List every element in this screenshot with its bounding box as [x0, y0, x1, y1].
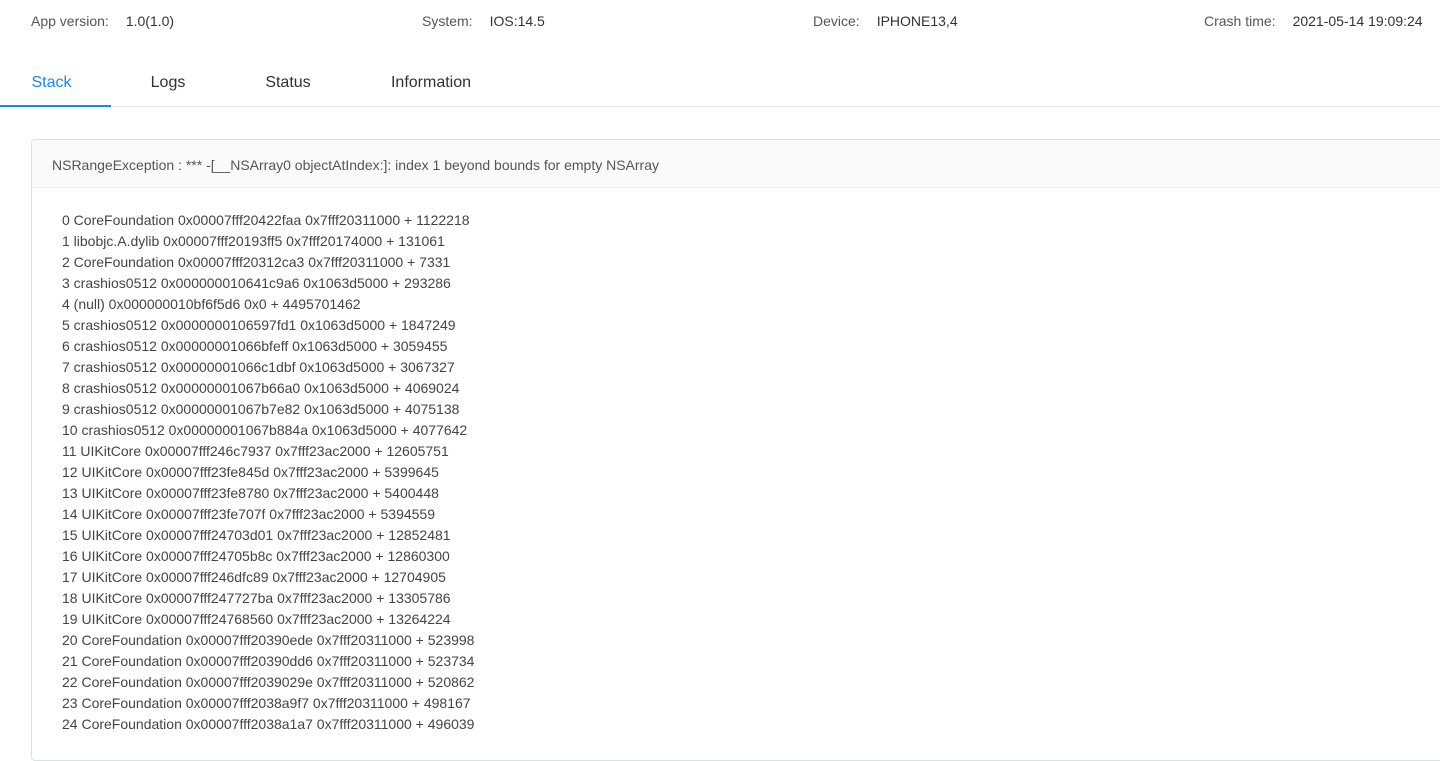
stack-card: NSRangeException : *** -[__NSArray0 obje…: [31, 139, 1440, 761]
stack-frame-line: 2 CoreFoundation 0x00007fff20312ca3 0x7f…: [62, 254, 451, 270]
tab-stack[interactable]: Stack: [0, 60, 103, 106]
stack-frame-line: 24 CoreFoundation 0x00007fff2038a1a7 0x7…: [62, 716, 475, 732]
stack-frame-line: 3 crashios0512 0x000000010641c9a6 0x1063…: [62, 275, 451, 291]
stack-frame-line: 20 CoreFoundation 0x00007fff20390ede 0x7…: [62, 632, 475, 648]
stack-frame-line: 6 crashios0512 0x00000001066bfeff 0x1063…: [62, 338, 448, 354]
crash-info-bar: App version: 1.0(1.0) System: IOS:14.5 Dev…: [0, 0, 1440, 42]
system-info: System: IOS:14.5: [422, 13, 545, 29]
exception-title: NSRangeException : *** -[__NSArray0 obje…: [32, 140, 1440, 188]
stack-frame-line: 15 UIKitCore 0x00007fff24703d01 0x7fff23…: [62, 527, 451, 543]
stack-frame-line: 10 crashios0512 0x00000001067b884a 0x106…: [62, 422, 468, 438]
stack-frame-line: 16 UIKitCore 0x00007fff24705b8c 0x7fff23…: [62, 548, 450, 564]
stack-frame-line: 14 UIKitCore 0x00007fff23fe707f 0x7fff23…: [62, 506, 435, 522]
system-value: IOS:14.5: [489, 13, 545, 29]
stack-frame-line: 19 UIKitCore 0x00007fff24768560 0x7fff23…: [62, 611, 451, 627]
stack-frame-line: 7 crashios0512 0x00000001066c1dbf 0x1063…: [62, 359, 455, 375]
system-label: System:: [422, 13, 473, 29]
tab-status[interactable]: Status: [246, 60, 330, 106]
device-value: IPHONE13,4: [876, 13, 958, 29]
crash-time-label: Crash time:: [1204, 13, 1276, 29]
stack-frame-line: 13 UIKitCore 0x00007fff23fe8780 0x7fff23…: [62, 485, 439, 501]
stack-frame-line: 5 crashios0512 0x0000000106597fd1 0x1063…: [62, 317, 456, 333]
device-info: Device: IPHONE13,4: [813, 13, 958, 29]
app-version-info: App version: 1.0(1.0): [31, 13, 174, 29]
stack-frame-line: 11 UIKitCore 0x00007fff246c7937 0x7fff23…: [62, 443, 449, 459]
stack-trace-list: 0 CoreFoundation 0x00007fff20422faa 0x7f…: [32, 188, 1440, 735]
app-version-label: App version:: [31, 13, 109, 29]
stack-frame-line: 9 crashios0512 0x00000001067b7e82 0x1063…: [62, 401, 460, 417]
crash-time-value: 2021-05-14 19:09:24: [1292, 13, 1423, 29]
stack-frame-line: 21 CoreFoundation 0x00007fff20390dd6 0x7…: [62, 653, 475, 669]
stack-frame-line: 23 CoreFoundation 0x00007fff2038a9f7 0x7…: [62, 695, 471, 711]
stack-frame-line: 0 CoreFoundation 0x00007fff20422faa 0x7f…: [62, 212, 470, 228]
stack-frame-line: 17 UIKitCore 0x00007fff246dfc89 0x7fff23…: [62, 569, 446, 585]
stack-frame-line: 8 crashios0512 0x00000001067b66a0 0x1063…: [62, 380, 460, 396]
tab-logs[interactable]: Logs: [131, 60, 205, 106]
crash-time-info: Crash time: 2021-05-14 19:09:24: [1204, 13, 1423, 29]
active-tab-indicator: [0, 105, 111, 107]
device-label: Device:: [813, 13, 860, 29]
detail-tabs: Stack Logs Status Information: [0, 60, 1440, 107]
stack-frame-line: 4 (null) 0x000000010bf6f5d6 0x0 + 449570…: [62, 296, 361, 312]
app-version-value: 1.0(1.0): [125, 13, 175, 29]
stack-frame-line: 1 libobjc.A.dylib 0x00007fff20193ff5 0x7…: [62, 233, 445, 249]
stack-frame-line: 12 UIKitCore 0x00007fff23fe845d 0x7fff23…: [62, 464, 439, 480]
tab-information[interactable]: Information: [371, 60, 491, 106]
stack-frame-line: 22 CoreFoundation 0x00007fff2039029e 0x7…: [62, 674, 475, 690]
stack-frame-line: 18 UIKitCore 0x00007fff247727ba 0x7fff23…: [62, 590, 451, 606]
